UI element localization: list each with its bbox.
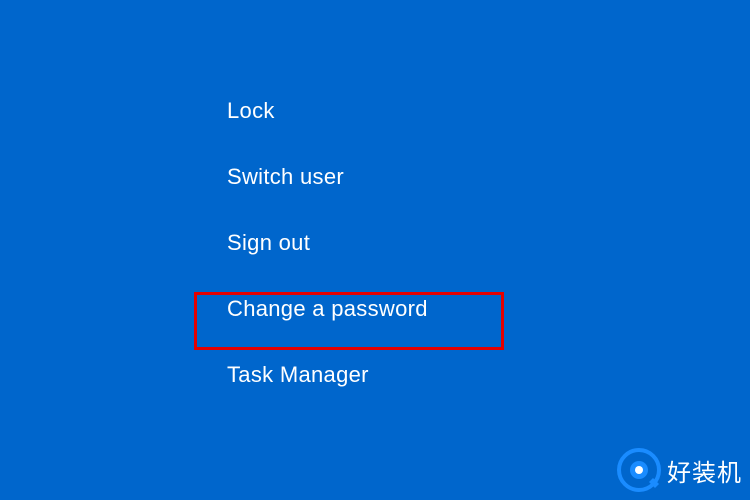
change-password-option[interactable]: Change a password: [215, 276, 440, 342]
lock-option[interactable]: Lock: [215, 78, 440, 144]
task-manager-option[interactable]: Task Manager: [215, 342, 440, 408]
watermark: 好装机: [617, 448, 742, 492]
security-options-menu: Lock Switch user Sign out Change a passw…: [215, 78, 440, 408]
watermark-text: 好装机: [667, 453, 742, 488]
switch-user-option[interactable]: Switch user: [215, 144, 440, 210]
watermark-logo-icon: [617, 448, 661, 492]
sign-out-option[interactable]: Sign out: [215, 210, 440, 276]
